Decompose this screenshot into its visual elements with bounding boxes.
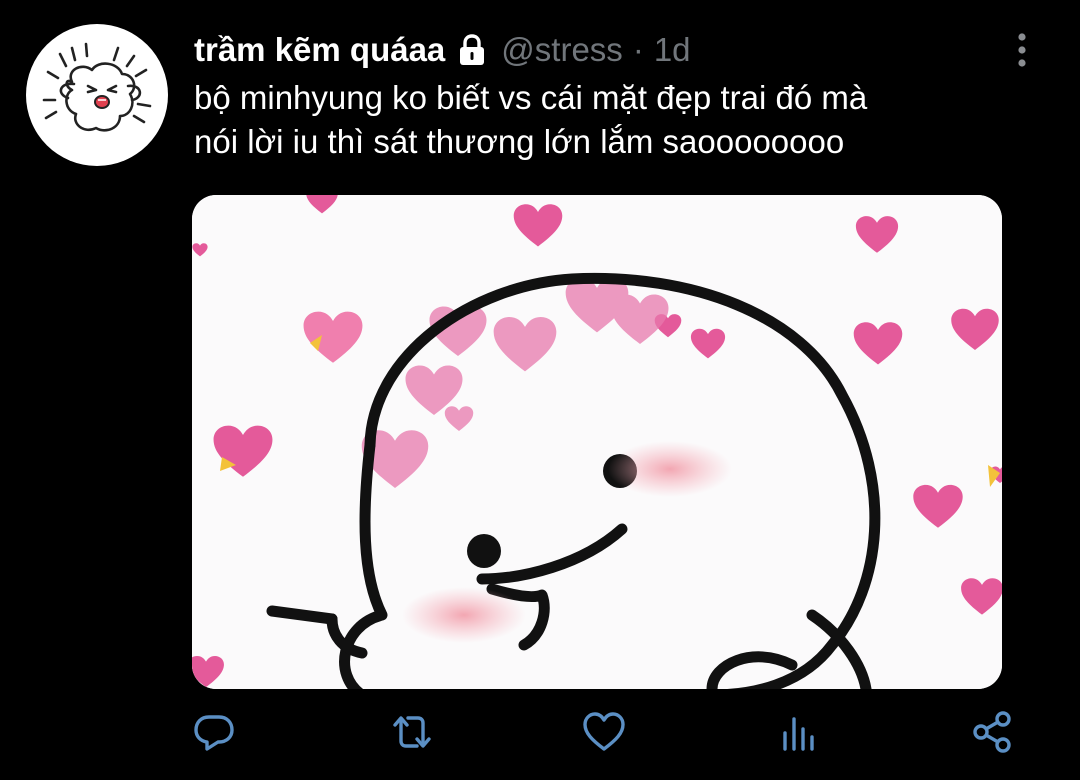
cartoon-hearts-image bbox=[192, 195, 1002, 689]
timestamp[interactable]: 1d bbox=[654, 31, 691, 69]
user-handle[interactable]: @stress bbox=[501, 31, 623, 69]
more-options-button[interactable] bbox=[1008, 30, 1036, 70]
reply-button[interactable] bbox=[188, 706, 240, 758]
separator-dot: · bbox=[632, 31, 644, 68]
share-icon bbox=[973, 711, 1011, 753]
tweet-header: trầm kẽm quáaa @stress · 1d bbox=[194, 28, 691, 72]
retweet-icon bbox=[393, 716, 431, 748]
analytics-icon bbox=[783, 717, 814, 751]
avatar[interactable] bbox=[26, 24, 168, 166]
analytics-button[interactable] bbox=[772, 706, 824, 758]
tweet-text-line: nói lời iu thì sát thương lớn lắm saoooo… bbox=[194, 123, 845, 160]
tweet-text: bộ minhyung ko biết vs cái mặt đẹp trai … bbox=[194, 76, 1014, 164]
lock-icon bbox=[455, 33, 489, 67]
retweet-button[interactable] bbox=[386, 706, 438, 758]
more-vertical-icon bbox=[1018, 33, 1026, 67]
tweet-text-line: bộ minhyung ko biết vs cái mặt đẹp trai … bbox=[194, 79, 868, 116]
tweet[interactable]: trầm kẽm quáaa @stress · 1d bộ minhyung … bbox=[0, 0, 1080, 780]
heart-icon bbox=[583, 712, 625, 751]
tweet-media-image[interactable] bbox=[192, 195, 1002, 689]
cartoon-bunny-avatar-icon bbox=[42, 42, 152, 132]
reply-icon bbox=[194, 715, 234, 751]
share-button[interactable] bbox=[966, 706, 1018, 758]
display-name[interactable]: trầm kẽm quáaa bbox=[194, 31, 445, 69]
like-button[interactable] bbox=[578, 706, 630, 758]
tweet-action-bar bbox=[0, 706, 1080, 762]
